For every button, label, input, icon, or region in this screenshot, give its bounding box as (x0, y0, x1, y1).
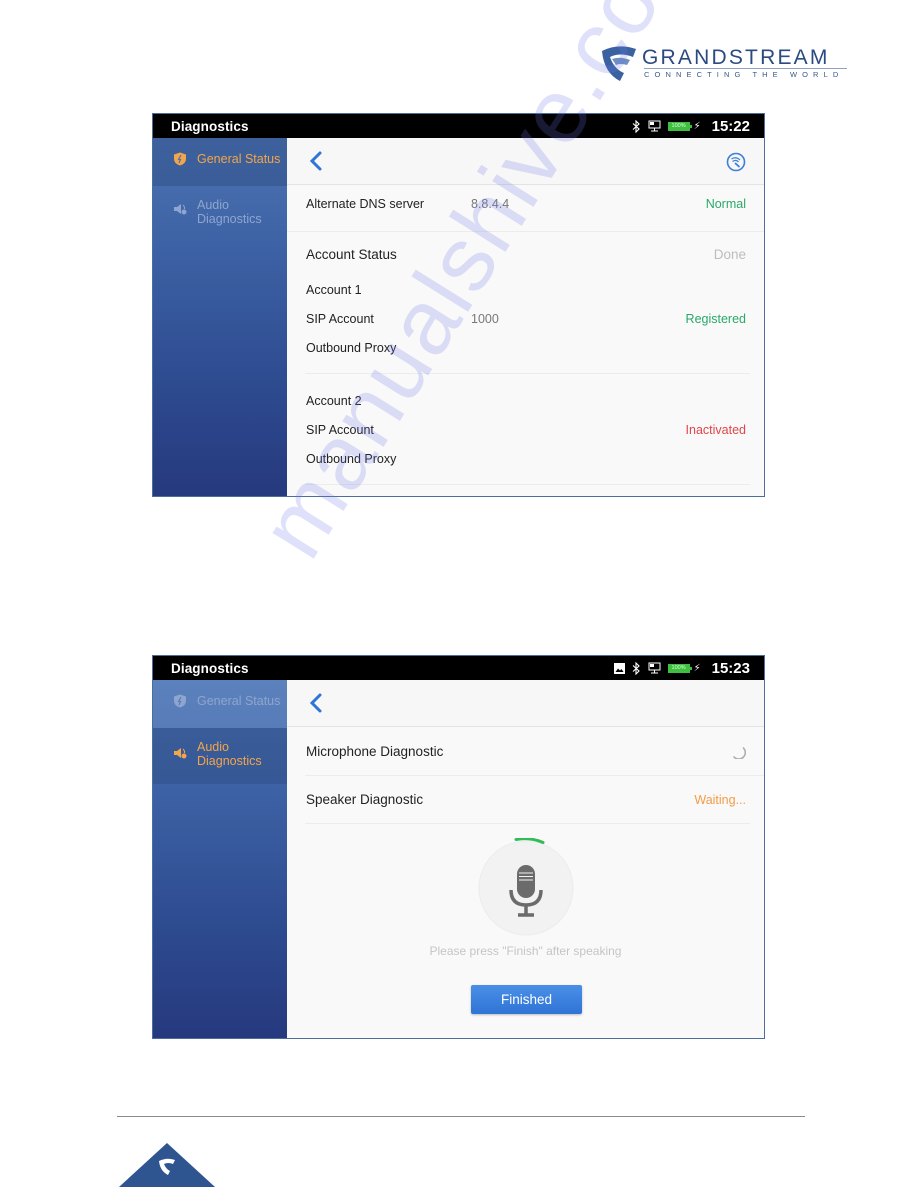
main-panel: Alternate DNS server 8.8.4.4 Normal Acco… (287, 138, 764, 496)
sidebar-item-label-line2: Diagnostics (197, 754, 262, 768)
grandstream-mark-icon (602, 46, 636, 81)
divider (305, 484, 750, 485)
sidebar-item-general-status[interactable]: General Status (153, 680, 287, 728)
network-icon (648, 662, 661, 674)
status-bar: Diagnostics 100% ⚡︎ 15:22 (153, 114, 764, 138)
account-status-title: Account Status (306, 246, 397, 262)
battery-icon: 100% (667, 121, 692, 131)
microphone-indicator (476, 837, 576, 943)
app-title: Diagnostics (171, 118, 249, 134)
sidebar-item-label-line2: Diagnostics (197, 212, 262, 226)
divider (305, 823, 750, 824)
brand-tagline: CONNECTING THE WORLD (644, 70, 844, 79)
sidebar-item-label: General Status (197, 152, 281, 166)
brand-divider (644, 68, 847, 69)
sidebar: General Status Audio Diagnostics (153, 138, 287, 496)
sip-account-status: Inactivated (685, 422, 746, 437)
dns-row: Alternate DNS server 8.8.4.4 Normal (287, 185, 764, 222)
outbound-proxy-row: Outbound Proxy (287, 444, 764, 473)
microphone-hint: Please press "Finish" after speaking (429, 944, 622, 958)
account-1-group: Account 1 SIP Account 1000 Registered Ou… (287, 276, 764, 362)
outbound-proxy-label: Outbound Proxy (306, 340, 397, 355)
sidebar-item-general-status[interactable]: General Status (153, 138, 287, 186)
app-title: Diagnostics (171, 660, 249, 676)
charging-icon: ⚡︎ (693, 120, 701, 132)
speaker-diagnostic-label: Speaker Diagnostic (306, 792, 424, 807)
sidebar-item-label-line1: Audio (197, 198, 229, 212)
sip-account-status: Registered (685, 311, 746, 326)
diagnose-icon[interactable] (726, 152, 746, 172)
account-name-row: Account 2 (287, 386, 764, 415)
dns-value: 8.8.4.4 (471, 196, 510, 211)
device-screen-audio-diagnostics: Diagnostics 100% ⚡︎ 15:23 General Status… (152, 655, 765, 1039)
toolbar (287, 138, 764, 185)
sip-account-row: SIP Account 1000 Registered (287, 304, 764, 333)
sidebar-item-label: General Status (197, 694, 281, 708)
speaker-icon (174, 204, 187, 215)
sidebar-item-label-line1: Audio (197, 740, 229, 754)
grandstream-footer-logo-icon (119, 1143, 215, 1187)
chevron-left-icon[interactable] (307, 150, 325, 172)
account-status-header: Account Status Done (287, 232, 764, 276)
battery-icon: 100% (667, 663, 692, 673)
shield-icon (174, 152, 186, 166)
microphone-diagnostic-label: Microphone Diagnostic (306, 743, 444, 759)
charging-icon: ⚡︎ (693, 662, 701, 674)
status-bar: Diagnostics 100% ⚡︎ 15:23 (153, 656, 764, 680)
sip-account-row: SIP Account Inactivated (287, 415, 764, 444)
chevron-left-icon[interactable] (307, 692, 325, 714)
clock: 15:23 (711, 659, 750, 677)
account-name-row: Account 1 (287, 276, 764, 304)
speaker-diagnostic-status: Waiting... (694, 792, 746, 807)
device-screen-general-status: Diagnostics 100% ⚡︎ 15:22 General Status… (152, 113, 765, 497)
main-panel: Microphone Diagnostic Speaker Diagnostic… (287, 680, 764, 1038)
dns-status: Normal (705, 196, 746, 211)
grandstream-logo: GRANDSTREAM CONNECTING THE WORLD (600, 43, 850, 83)
account-status-state: Done (713, 246, 746, 262)
dns-label: Alternate DNS server (306, 196, 425, 211)
account-name: Account 2 (306, 393, 362, 408)
loading-spinner-icon (733, 747, 746, 759)
toolbar (287, 680, 764, 727)
speaker-diagnostic-row[interactable]: Speaker Diagnostic Waiting... (287, 776, 764, 823)
account-name: Account 1 (306, 283, 362, 297)
bluetooth-icon (632, 661, 640, 675)
account-2-group: Account 2 SIP Account Inactivated Outbou… (287, 374, 764, 473)
clock: 15:22 (711, 117, 750, 135)
sidebar: General Status Audio Diagnostics (153, 680, 287, 1038)
footer-divider (117, 1116, 805, 1117)
outbound-proxy-label: Outbound Proxy (306, 451, 397, 466)
shield-icon (174, 694, 186, 708)
battery-level: 100% (671, 665, 686, 671)
sip-account-value: 1000 (471, 311, 499, 326)
sidebar-item-audio-diagnostics[interactable]: Audio Diagnostics (153, 186, 287, 244)
microphone-icon (478, 837, 573, 936)
brand-name: GRANDSTREAM (642, 46, 830, 69)
microphone-diagnostic-row[interactable]: Microphone Diagnostic (287, 727, 764, 775)
network-icon (648, 120, 661, 132)
sip-account-label: SIP Account (306, 311, 374, 326)
sidebar-item-audio-diagnostics[interactable]: Audio Diagnostics (153, 728, 287, 784)
speaker-icon (174, 748, 187, 759)
bluetooth-icon (632, 119, 640, 133)
image-icon (613, 662, 625, 674)
battery-level: 100% (671, 123, 686, 129)
sip-account-label: SIP Account (306, 422, 374, 437)
outbound-proxy-row: Outbound Proxy (287, 333, 764, 362)
finished-button[interactable]: Finished (471, 985, 582, 1014)
